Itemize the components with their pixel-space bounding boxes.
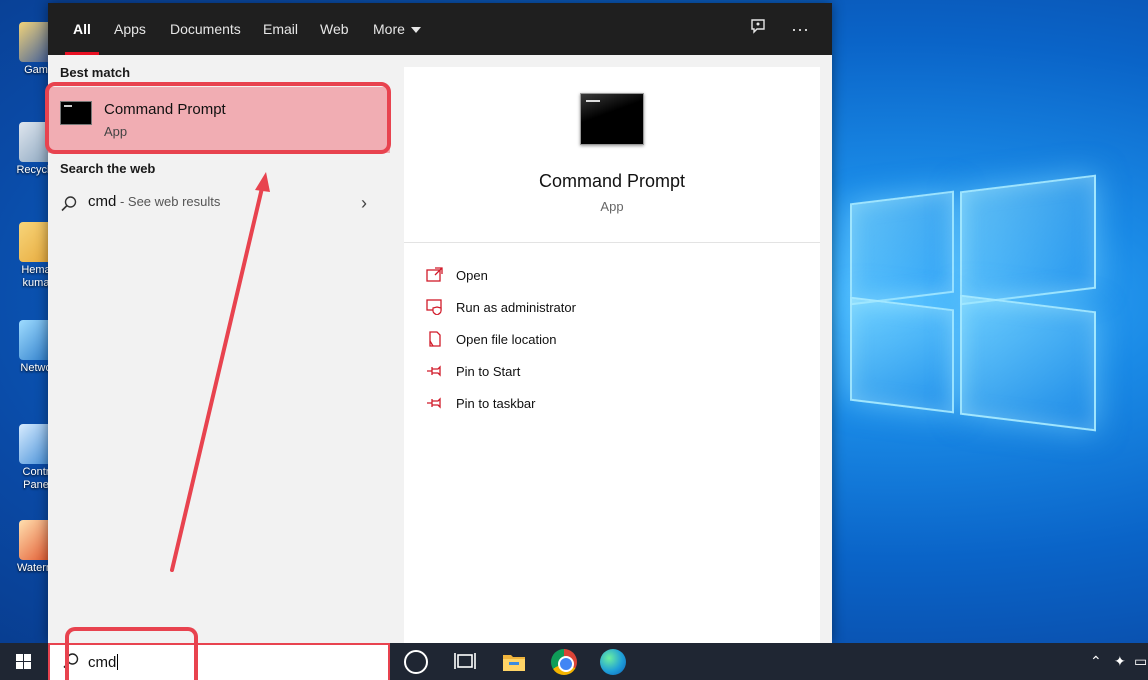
chrome-icon[interactable] <box>551 649 577 675</box>
shield-admin-icon <box>426 299 442 315</box>
pin-icon <box>427 397 441 409</box>
tab-all[interactable]: All <box>65 3 99 55</box>
detail-subtitle: App <box>600 199 624 214</box>
chevron-down-icon <box>410 27 421 34</box>
detail-pane: Command Prompt App Open Run as administr… <box>404 67 820 643</box>
best-match-command-prompt[interactable]: Command Prompt App <box>48 87 390 153</box>
web-result-text: cmd - See web results <box>88 193 221 210</box>
windows-logo-wallpaper <box>840 165 1110 435</box>
open-icon <box>426 267 443 282</box>
tab-web[interactable]: Web <box>320 3 349 55</box>
action-pin-to-start[interactable]: Pin to Start <box>426 361 806 385</box>
search-input[interactable]: cmd <box>88 654 119 671</box>
pin-icon <box>427 365 441 377</box>
search-flyout: All Apps Documents Email Web More ··· Be… <box>48 3 832 643</box>
search-web-header: Search the web <box>60 161 156 176</box>
taskbar: cmd ⌃ ✦ ▭ <box>0 643 1148 680</box>
divider <box>404 242 820 243</box>
action-open-file-location[interactable]: Open file location <box>426 329 806 353</box>
best-match-title: Command Prompt <box>104 101 226 118</box>
tab-email[interactable]: Email <box>263 3 298 55</box>
task-view-icon[interactable] <box>452 649 478 675</box>
web-result-item[interactable]: cmd - See web results › <box>48 189 390 219</box>
tab-more[interactable]: More <box>373 3 421 55</box>
action-open[interactable]: Open <box>426 265 806 289</box>
chevron-right-icon[interactable]: › <box>361 193 367 214</box>
battery-icon[interactable]: ▭ <box>1134 653 1147 670</box>
search-icon <box>63 653 79 669</box>
action-pin-to-taskbar[interactable]: Pin to taskbar <box>426 393 806 417</box>
file-explorer-icon[interactable] <box>501 649 527 675</box>
action-run-as-administrator[interactable]: Run as administrator <box>426 297 806 321</box>
chevron-up-icon[interactable]: ⌃ <box>1090 653 1102 670</box>
command-prompt-icon <box>60 101 92 125</box>
search-icon <box>61 196 77 212</box>
search-tabs-bar: All Apps Documents Email Web More ··· <box>48 3 832 55</box>
tab-documents[interactable]: Documents <box>170 3 241 55</box>
start-button[interactable] <box>0 643 48 680</box>
detail-title: Command Prompt <box>538 171 686 191</box>
dropbox-icon[interactable]: ✦ <box>1114 653 1126 670</box>
tab-apps[interactable]: Apps <box>114 3 146 55</box>
file-location-icon <box>429 331 441 347</box>
cortana-icon[interactable] <box>404 650 428 674</box>
command-prompt-large-icon <box>580 93 644 145</box>
taskbar-search-box[interactable]: cmd <box>48 643 390 680</box>
more-options-icon[interactable]: ··· <box>788 17 812 41</box>
best-match-subtitle: App <box>104 124 128 139</box>
feedback-icon[interactable] <box>746 17 770 41</box>
edge-icon[interactable] <box>600 649 626 675</box>
best-match-header: Best match <box>60 65 131 80</box>
